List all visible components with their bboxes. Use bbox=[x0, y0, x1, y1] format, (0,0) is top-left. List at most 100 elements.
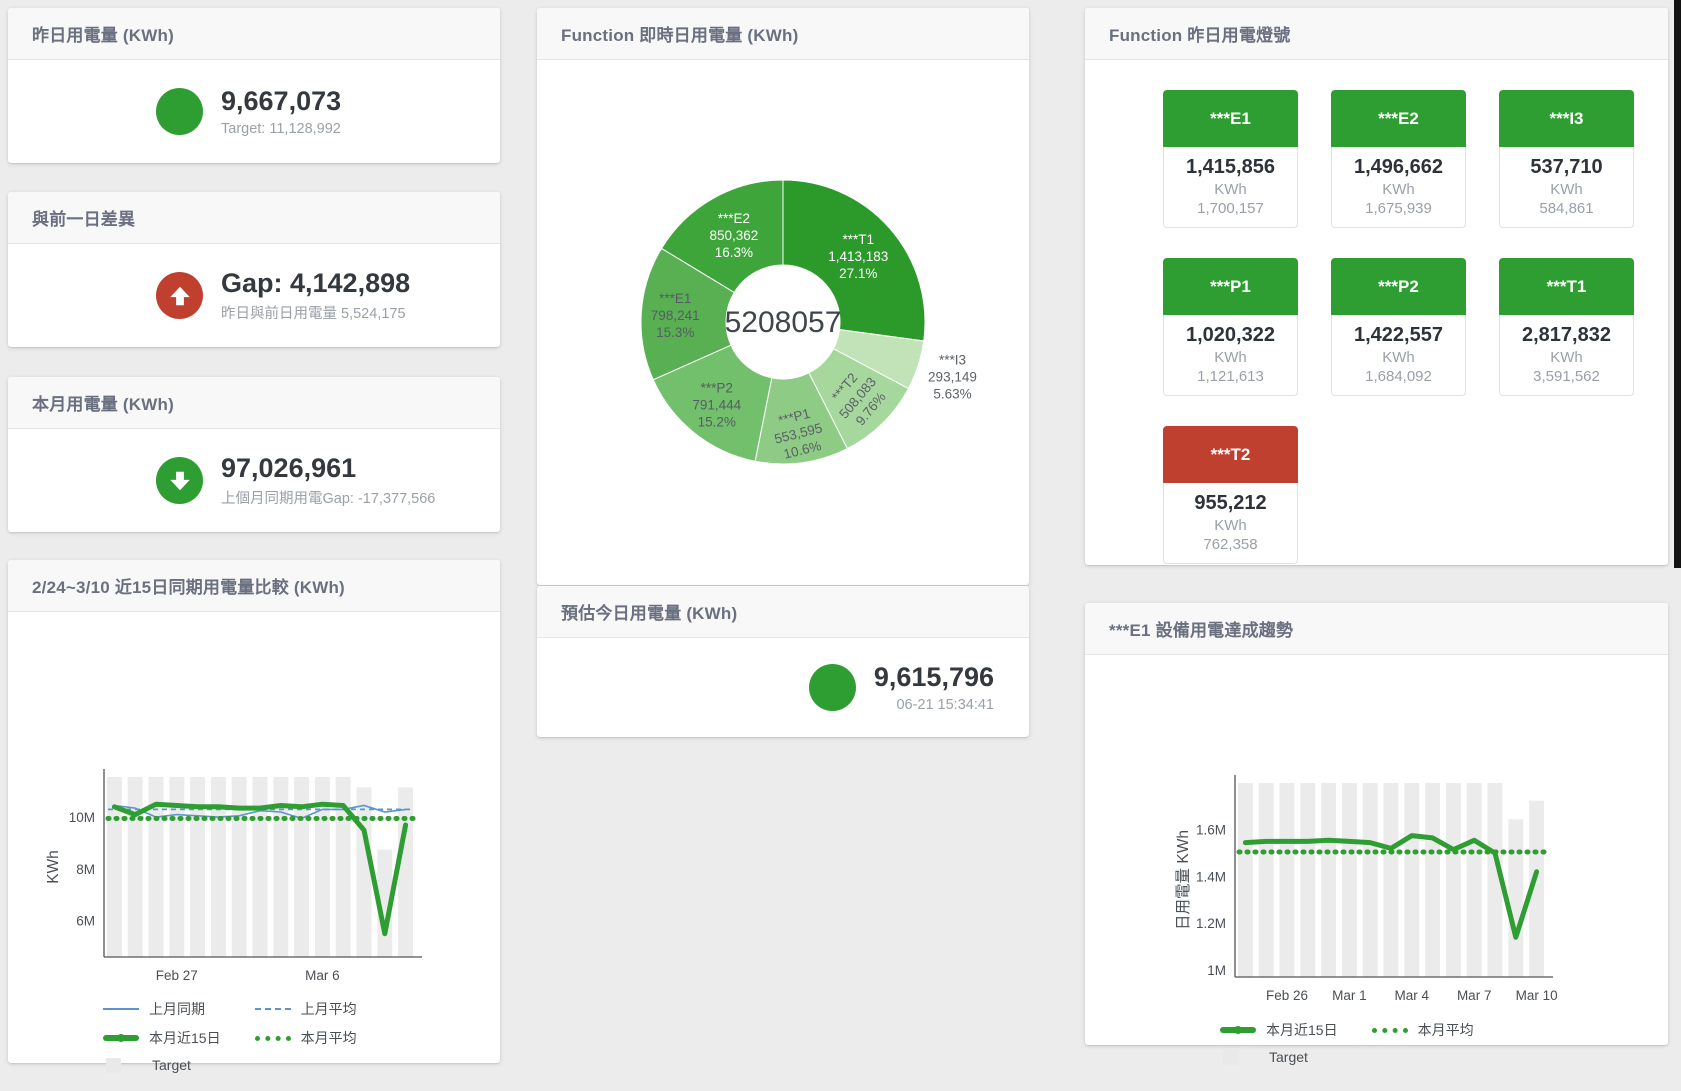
target-bar bbox=[1280, 783, 1295, 977]
tile-unit: KWh bbox=[1166, 517, 1295, 534]
tile-value: 1,496,662 bbox=[1334, 156, 1463, 179]
tile-value: 955,212 bbox=[1166, 492, 1295, 515]
comparison-chart-header: 2/24~3/10 近15日同期用電量比較 (KWh) bbox=[8, 560, 500, 612]
status-tile-t2[interactable]: ***T2 955,212 KWh 762,358 bbox=[1163, 426, 1298, 564]
target-bar bbox=[1300, 783, 1315, 977]
target-bar bbox=[232, 777, 247, 957]
target-bar bbox=[1384, 783, 1399, 977]
donut-center-total: 5208057 bbox=[725, 306, 842, 339]
legend-item-this-month-avg[interactable]: 本月平均 bbox=[255, 1028, 357, 1048]
month-sub: 上個月同期用電Gap: -17,377,566 bbox=[221, 487, 435, 508]
y-tick-label: 1.4M bbox=[1196, 869, 1226, 884]
legend-item-target[interactable]: Target bbox=[1220, 1049, 1338, 1065]
card-gap-body: Gap: 4,142,898 昨日與前日用電量 5,524,175 bbox=[8, 244, 500, 347]
legend-item-this-month-avg[interactable]: 本月平均 bbox=[1372, 1020, 1474, 1040]
estimate-timestamp: 06-21 15:34:41 bbox=[874, 697, 994, 713]
realtime-usage-donut: ***T11,413,18327.1%***I3293,1495.63%***T… bbox=[537, 60, 1029, 590]
target-bar bbox=[357, 787, 372, 957]
target-bar bbox=[128, 777, 143, 957]
x-tick-label: Mar 4 bbox=[1395, 988, 1430, 1003]
yesterday-value: 9,667,073 bbox=[221, 86, 341, 117]
status-tile-i3[interactable]: ***I3 537,710 KWh 584,861 bbox=[1499, 90, 1634, 228]
tile-value: 1,415,856 bbox=[1166, 156, 1295, 179]
card-yesterday-header: 昨日用電量 (KWh) bbox=[8, 8, 500, 60]
tile-value: 1,020,322 bbox=[1166, 324, 1295, 347]
y-tick-label: 8M bbox=[76, 862, 95, 877]
target-bar bbox=[253, 777, 268, 957]
green-dot-swatch bbox=[255, 1036, 291, 1041]
card-month-header: 本月用電量 (KWh) bbox=[8, 377, 500, 429]
card-estimate-today: 預估今日用電量 (KWh) 9,615,796 06-21 15:34:41 bbox=[537, 586, 1029, 737]
x-tick-label: Mar 1 bbox=[1332, 988, 1367, 1003]
tile-unit: KWh bbox=[1334, 181, 1463, 198]
status-tile-p1[interactable]: ***P1 1,020,322 KWh 1,121,613 bbox=[1163, 258, 1298, 396]
status-tile-e1[interactable]: ***E1 1,415,856 KWh 1,700,157 bbox=[1163, 90, 1298, 228]
legend-item-last-month[interactable]: 上月同期 bbox=[103, 999, 221, 1019]
trend-card-header: ***E1 設備用電達成趨勢 bbox=[1085, 603, 1668, 655]
target-bar bbox=[1508, 819, 1523, 977]
tile-target: 3,591,562 bbox=[1502, 368, 1631, 385]
legend-item-this-month[interactable]: 本月近15日 bbox=[103, 1028, 221, 1048]
up-arrow-icon bbox=[156, 272, 203, 319]
tile-unit: KWh bbox=[1166, 349, 1295, 366]
gap-stat: Gap: 4,142,898 昨日與前日用電量 5,524,175 bbox=[221, 268, 410, 323]
green-dot-swatch bbox=[1372, 1028, 1408, 1033]
status-tile-t1[interactable]: ***T1 2,817,832 KWh 3,591,562 bbox=[1499, 258, 1634, 396]
green-line-swatch bbox=[1220, 1027, 1256, 1033]
target-swatch bbox=[106, 1058, 121, 1073]
dashboard: 昨日用電量 (KWh) 9,667,073 Target: 11,128,992… bbox=[0, 0, 1681, 1091]
legend-item-this-month[interactable]: 本月近15日 bbox=[1220, 1020, 1338, 1040]
legend-item-target[interactable]: Target bbox=[103, 1057, 221, 1073]
tile-unit: KWh bbox=[1166, 181, 1295, 198]
green-line-swatch bbox=[103, 1035, 139, 1041]
donut-svg: ***T11,413,18327.1%***I3293,1495.63%***T… bbox=[537, 60, 1029, 585]
card-month-usage: 本月用電量 (KWh) 97,026,961 上個月同期用電Gap: -17,3… bbox=[8, 377, 500, 532]
blue-dash-swatch bbox=[255, 1008, 291, 1010]
x-tick-label: Mar 10 bbox=[1516, 988, 1558, 1003]
tile-target: 762,358 bbox=[1166, 536, 1295, 553]
status-tile-e2[interactable]: ***E2 1,496,662 KWh 1,675,939 bbox=[1331, 90, 1466, 228]
y-axis-label: 日用電量 KWh bbox=[1175, 830, 1192, 930]
card-yesterday-title: 昨日用電量 (KWh) bbox=[32, 21, 174, 46]
estimate-card-header: 預估今日用電量 (KWh) bbox=[537, 586, 1029, 638]
card-yesterday-body: 9,667,073 Target: 11,128,992 bbox=[8, 60, 500, 163]
scrollbar[interactable] bbox=[1674, 0, 1681, 568]
y-tick-label: 10M bbox=[69, 810, 95, 825]
trend-card-title: ***E1 設備用電達成趨勢 bbox=[1109, 616, 1293, 641]
comparison-chart-title: 2/24~3/10 近15日同期用電量比較 (KWh) bbox=[32, 573, 345, 598]
card-month-title: 本月用電量 (KWh) bbox=[32, 390, 174, 415]
down-arrow-icon bbox=[156, 457, 203, 504]
target-bar bbox=[1446, 783, 1461, 977]
x-tick-label: Mar 7 bbox=[1457, 988, 1492, 1003]
comparison-chart-legend: 上月同期 上月平均 本月近15日 本月平均 Target bbox=[103, 999, 500, 1073]
yesterday-target: Target: 11,128,992 bbox=[221, 121, 341, 137]
pie-card-title: Function 即時日用電量 (KWh) bbox=[561, 21, 798, 46]
status-tile-p2[interactable]: ***P2 1,422,557 KWh 1,684,092 bbox=[1331, 258, 1466, 396]
card-month-body: 97,026,961 上個月同期用電Gap: -17,377,566 bbox=[8, 429, 500, 532]
target-bar bbox=[1321, 783, 1336, 977]
target-bar bbox=[211, 777, 226, 957]
tile-unit: KWh bbox=[1502, 181, 1631, 198]
target-bar bbox=[1404, 783, 1419, 977]
target-bar bbox=[1363, 783, 1378, 977]
e1-trend-chart: 1M1.2M1.4M1.6M日用電量 KWhFeb 26Mar 1Mar 4Ma… bbox=[1085, 655, 1668, 1010]
target-bar bbox=[1467, 783, 1482, 977]
blue-line-swatch bbox=[103, 1008, 139, 1010]
x-tick-label: Feb 26 bbox=[1266, 988, 1308, 1003]
trend-chart-legend: 本月近15日 本月平均 Target bbox=[1220, 1020, 1668, 1065]
card-yesterday-usage: 昨日用電量 (KWh) 9,667,073 Target: 11,128,992 bbox=[8, 8, 500, 163]
card-comparison-chart: 2/24~3/10 近15日同期用電量比較 (KWh) 6M8M10MKWhFe… bbox=[8, 560, 500, 1063]
lights-card-title: Function 昨日用電燈號 bbox=[1109, 21, 1290, 46]
card-gap-prev-day: 與前一日差異 Gap: 4,142,898 昨日與前日用電量 5,524,175 bbox=[8, 192, 500, 347]
tile-value: 537,710 bbox=[1502, 156, 1631, 179]
tile-target: 1,121,613 bbox=[1166, 368, 1295, 385]
x-tick-label: Feb 27 bbox=[156, 968, 198, 983]
tile-target: 1,675,939 bbox=[1334, 200, 1463, 217]
lights-card-header: Function 昨日用電燈號 bbox=[1085, 8, 1668, 60]
gap-value: Gap: 4,142,898 bbox=[221, 268, 410, 299]
estimate-card-body: 9,615,796 06-21 15:34:41 bbox=[537, 638, 1029, 737]
gap-sub: 昨日與前日用電量 5,524,175 bbox=[221, 302, 410, 323]
legend-item-last-month-avg[interactable]: 上月平均 bbox=[255, 999, 357, 1019]
card-gap-header: 與前一日差異 bbox=[8, 192, 500, 244]
target-bar bbox=[398, 787, 413, 957]
